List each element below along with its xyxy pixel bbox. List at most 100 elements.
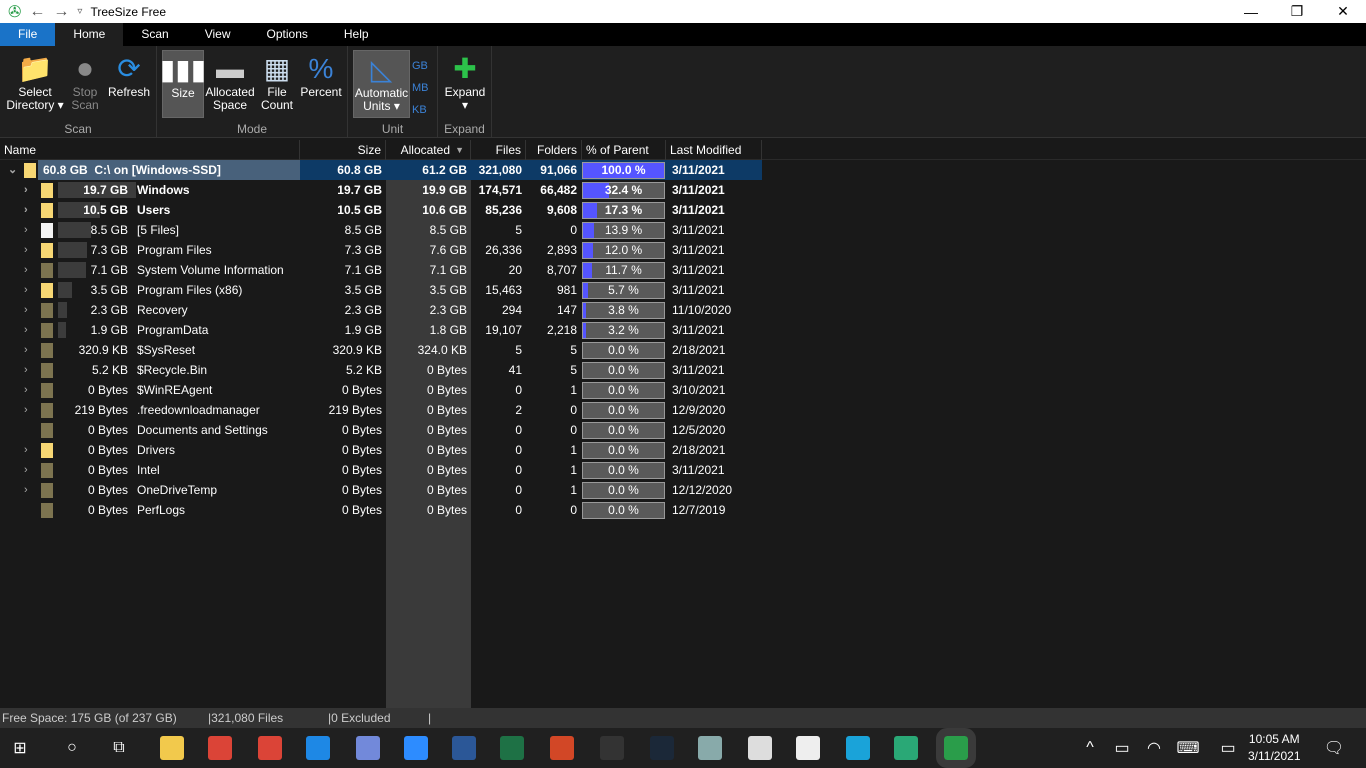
tab-options[interactable]: Options xyxy=(249,23,326,46)
column-name[interactable]: Name xyxy=(0,140,300,160)
powerpoint-icon[interactable] xyxy=(550,736,574,760)
chrome-icon[interactable] xyxy=(208,736,232,760)
expand-arrow-icon[interactable]: › xyxy=(24,400,28,420)
libby-icon[interactable] xyxy=(846,736,870,760)
zoom-icon[interactable] xyxy=(404,736,428,760)
touch-keyboard-icon[interactable]: ⌨ xyxy=(1176,736,1200,760)
wifi-icon[interactable]: ◠ xyxy=(1142,736,1166,760)
tree-row[interactable]: › 0 Bytes $WinREAgent 0 Bytes 0 Bytes 0 1 0.0 %… xyxy=(0,380,762,400)
allocated-space-button[interactable]: ▬ Allocated Space xyxy=(205,50,255,118)
expand-arrow-icon[interactable]: › xyxy=(24,360,28,380)
expand-arrow-icon[interactable]: › xyxy=(24,480,28,500)
discord-icon[interactable] xyxy=(356,736,380,760)
edge-icon[interactable] xyxy=(894,736,918,760)
tab-view[interactable]: View xyxy=(187,23,249,46)
expand-arrow-icon[interactable]: › xyxy=(24,280,28,300)
forward-icon[interactable]: → xyxy=(53,3,69,21)
tree-list[interactable]: ⌄ 60.8 GB C:\ on [Windows-SSD] 60.8 GB 61.2… xyxy=(0,160,1366,708)
tree-row[interactable]: › 7.3 GB Program Files 7.3 GB 7.6 GB 26,336 2,… xyxy=(0,240,762,260)
modified-cell: 12/9/2020 xyxy=(672,403,726,417)
group-label: Unit xyxy=(381,122,404,136)
expand-arrow-icon[interactable]: › xyxy=(24,340,28,360)
notifications-icon[interactable]: 🗨 xyxy=(1322,736,1346,760)
gb-unit-button[interactable]: GB xyxy=(412,55,429,77)
steam-icon[interactable] xyxy=(650,736,674,760)
quick-access-dropdown-icon[interactable]: ▿ xyxy=(77,6,82,17)
battery-icon[interactable]: ▭ xyxy=(1110,736,1134,760)
chrome-icon[interactable] xyxy=(258,736,282,760)
tree-row[interactable]: › 0 Bytes Intel 0 Bytes 0 Bytes 0 1 0.0 % 3/11/2… xyxy=(0,460,762,480)
expand-arrow-icon[interactable]: › xyxy=(24,200,28,220)
tree-row[interactable]: › 320.9 KB $SysReset 320.9 KB 324.0 KB 5 5 0.0 … xyxy=(0,340,762,360)
modified-cell: 3/11/2021 xyxy=(672,203,725,217)
stop-scan-button[interactable]: ⏺ Stop Scan xyxy=(66,50,104,118)
item-name: Program Files (x86) xyxy=(137,283,243,297)
expand-arrow-icon[interactable]: › xyxy=(24,380,28,400)
tree-row[interactable]: › 7.1 GB System Volume Information 7.1 GB 7.… xyxy=(0,260,762,280)
epic-games-icon[interactable] xyxy=(600,736,624,760)
tree-row[interactable]: › 19.7 GB Windows 19.7 GB 19.9 GB 174,571 66,4… xyxy=(0,180,762,200)
expand-arrow-icon[interactable]: › xyxy=(24,260,28,280)
expand-arrow-icon[interactable]: › xyxy=(24,240,28,260)
tab-home[interactable]: Home xyxy=(55,23,124,46)
folders-cell: 5 xyxy=(570,363,577,377)
allocated-cell: 0 Bytes xyxy=(426,503,467,517)
osu-icon[interactable] xyxy=(698,736,722,760)
tree-row[interactable]: › 10.5 GB Users 10.5 GB 10.6 GB 85,236 9,608 17… xyxy=(0,200,762,220)
file-explorer-icon[interactable] xyxy=(160,736,184,760)
tree-row[interactable]: ⌄ 60.8 GB C:\ on [Windows-SSD] 60.8 GB 61.2… xyxy=(0,160,762,180)
tab-scan[interactable]: Scan xyxy=(123,23,186,46)
file-count-button[interactable]: ▦ File Count xyxy=(257,50,297,118)
column-files[interactable]: Files xyxy=(471,140,526,160)
minimize-button[interactable]: — xyxy=(1228,0,1274,23)
size-mode-button[interactable]: ▮▮▮ Size xyxy=(160,50,206,118)
tree-row[interactable]: › 5.2 KB $Recycle.Bin 5.2 KB 0 Bytes 41 5 0.0 %… xyxy=(0,360,762,380)
expand-arrow-icon[interactable]: › xyxy=(24,320,28,340)
column-folders[interactable]: Folders xyxy=(526,140,582,160)
close-button[interactable]: ✕ xyxy=(1320,0,1366,23)
settings-icon[interactable] xyxy=(748,736,772,760)
expand-button[interactable]: ✚ Expand ▾ xyxy=(442,50,488,118)
maximize-button[interactable]: ❐ xyxy=(1274,0,1320,23)
touchpad-icon[interactable]: ▭ xyxy=(1216,736,1240,760)
expand-arrow-icon[interactable]: › xyxy=(24,220,28,240)
tree-row[interactable]: 0 Bytes PerfLogs 0 Bytes 0 Bytes 0 0 0.0 % 12/7… xyxy=(0,500,762,520)
tree-row[interactable]: › 8.5 GB [5 Files] 8.5 GB 8.5 GB 5 0 13.9 % 3/11… xyxy=(0,220,762,240)
tab-help[interactable]: Help xyxy=(326,23,387,46)
word-icon[interactable] xyxy=(452,736,476,760)
search-icon[interactable]: ○ xyxy=(60,736,84,760)
tree-row[interactable]: › 219 Bytes .freedownloadmanager 219 Bytes 0… xyxy=(0,400,762,420)
modified-cell: 3/11/2021 xyxy=(672,263,725,277)
folders-cell: 91,066 xyxy=(540,163,577,177)
vscode-icon[interactable] xyxy=(306,736,330,760)
start-icon[interactable]: ⊞ xyxy=(8,736,32,760)
tab-file[interactable]: File xyxy=(0,23,56,46)
treesize-icon[interactable] xyxy=(936,728,976,768)
tree-row[interactable]: › 0 Bytes OneDriveTemp 0 Bytes 0 Bytes 0 1 0.0 … xyxy=(0,480,762,500)
back-icon[interactable]: ← xyxy=(29,3,45,21)
xbox-icon[interactable] xyxy=(796,736,820,760)
tree-row[interactable]: › 3.5 GB Program Files (x86) 3.5 GB 3.5 GB 15… xyxy=(0,280,762,300)
excel-icon[interactable] xyxy=(500,736,524,760)
tree-row[interactable]: › 0 Bytes Drivers 0 Bytes 0 Bytes 0 1 0.0 % 2/18… xyxy=(0,440,762,460)
expand-arrow-icon[interactable]: › xyxy=(24,440,28,460)
expand-arrow-icon[interactable]: › xyxy=(24,300,28,320)
collapse-arrow-icon[interactable]: ⌄ xyxy=(8,160,17,180)
column-size[interactable]: Size xyxy=(300,140,386,160)
tree-row[interactable]: 0 Bytes Documents and Settings 0 Bytes 0 By… xyxy=(0,420,762,440)
kb-unit-button[interactable]: KB xyxy=(412,99,429,121)
show-hidden-icons-icon[interactable]: ^ xyxy=(1078,736,1102,760)
mb-unit-button[interactable]: MB xyxy=(412,77,429,99)
clock[interactable]: 10:05 AM 3/11/2021 xyxy=(1248,731,1301,765)
refresh-button[interactable]: ⟳ Refresh xyxy=(106,50,152,118)
tree-row[interactable]: › 2.3 GB Recovery 2.3 GB 2.3 GB 294 147 3.8 % 11… xyxy=(0,300,762,320)
task-view-icon[interactable]: ⧉ xyxy=(107,736,131,760)
column-last-modified[interactable]: Last Modified xyxy=(666,140,762,160)
expand-arrow-icon[interactable]: › xyxy=(24,460,28,480)
column-allocated[interactable]: Allocated ▼ xyxy=(386,140,471,160)
automatic-units-button[interactable]: ◺ Automatic Units ▾ xyxy=(353,50,410,118)
expand-arrow-icon[interactable]: › xyxy=(24,180,28,200)
select-directory-button[interactable]: 📁 Select Directory ▾ xyxy=(4,50,66,118)
percent-button[interactable]: % Percent xyxy=(299,50,343,118)
tree-row[interactable]: › 1.9 GB ProgramData 1.9 GB 1.8 GB 19,107 2,21… xyxy=(0,320,762,340)
